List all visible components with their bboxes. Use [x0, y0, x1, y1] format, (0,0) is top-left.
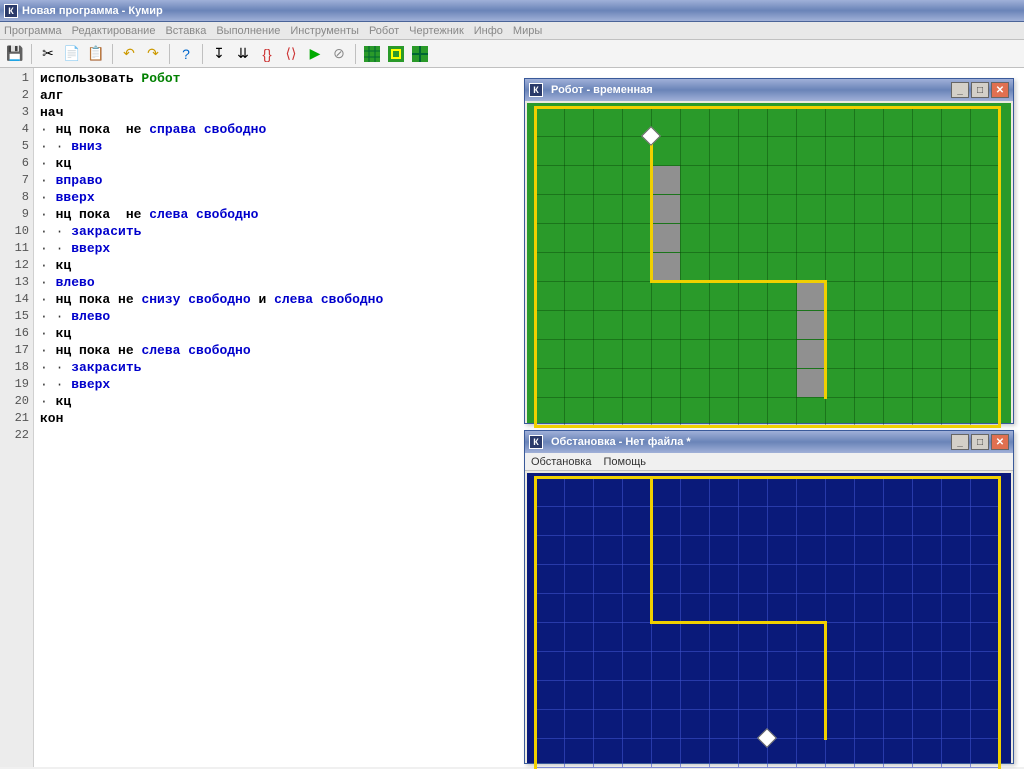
environment-menu: Обстановка Помощь: [525, 453, 1013, 471]
grid2-icon[interactable]: [385, 43, 407, 65]
cut-icon[interactable]: ✂: [37, 43, 59, 65]
environment-window[interactable]: К Обстановка - Нет файла * _ □ ✕ Обстано…: [524, 430, 1014, 764]
minimize-icon[interactable]: _: [951, 434, 969, 450]
painted-cell: [797, 311, 825, 339]
robot-window-titlebar[interactable]: К Робот - временная _ □ ✕: [525, 79, 1013, 101]
paste-icon[interactable]: 📋: [85, 43, 107, 65]
undo-icon[interactable]: ↶: [118, 43, 140, 65]
menu-робот[interactable]: Робот: [369, 25, 399, 37]
app-icon: К: [529, 435, 543, 449]
line-gutter: 12345678910111213141516171819202122: [0, 68, 34, 767]
code-line: · нц пока не слева свободно: [40, 206, 520, 223]
painted-cell: [797, 369, 825, 397]
code-line: · влево: [40, 274, 520, 291]
code-line: · вверх: [40, 189, 520, 206]
app-title: Новая программа - Кумир: [22, 5, 163, 17]
workspace: 12345678910111213141516171819202122 испо…: [0, 68, 1024, 767]
stop-icon[interactable]: ⊘: [328, 43, 350, 65]
grid1-icon[interactable]: [361, 43, 383, 65]
code-line: · кц: [40, 325, 520, 342]
help-icon[interactable]: ?: [175, 43, 197, 65]
code-line: · нц пока не снизу свободно и слева своб…: [40, 291, 520, 308]
robot-window[interactable]: К Робот - временная _ □ ✕: [524, 78, 1014, 424]
code-line: · кц: [40, 257, 520, 274]
wall: [650, 135, 653, 283]
robot-marker: [641, 126, 661, 146]
close-icon[interactable]: ✕: [991, 434, 1009, 450]
code-line: · кц: [40, 155, 520, 172]
wall: [824, 280, 827, 399]
wall: [650, 476, 653, 624]
environment-grid[interactable]: [527, 473, 1011, 763]
code-line: · · вверх: [40, 240, 520, 257]
code-line: · нц пока не слева свободно: [40, 342, 520, 359]
code-line: · · закрасить: [40, 223, 520, 240]
app-icon: К: [529, 83, 543, 97]
wall: [534, 425, 1001, 428]
code-line: · кц: [40, 393, 520, 410]
close-icon[interactable]: ✕: [991, 82, 1009, 98]
code-area[interactable]: использовать Роботалгнач· нц пока не спр…: [34, 68, 520, 767]
maximize-icon[interactable]: □: [971, 82, 989, 98]
menu-чертежник[interactable]: Чертежник: [409, 25, 464, 37]
minimize-icon[interactable]: _: [951, 82, 969, 98]
menu-вставка[interactable]: Вставка: [165, 25, 206, 37]
robot-window-title: Робот - временная: [551, 84, 947, 96]
painted-cell: [797, 282, 825, 310]
wall: [534, 476, 537, 769]
save-icon[interactable]: 💾: [4, 43, 26, 65]
wall: [998, 106, 1001, 428]
maximize-icon[interactable]: □: [971, 434, 989, 450]
menu-выполнение[interactable]: Выполнение: [216, 25, 280, 37]
painted-cell: [652, 195, 680, 223]
wall: [650, 621, 827, 624]
code-line: использовать Робот: [40, 70, 520, 87]
run-icon[interactable]: ▶: [304, 43, 326, 65]
wall: [998, 476, 1001, 769]
run-into-icon[interactable]: ⇊: [232, 43, 254, 65]
robot-marker: [757, 728, 777, 748]
brackets1-icon[interactable]: {}: [256, 43, 278, 65]
code-line: кон: [40, 410, 520, 427]
code-line: · вправо: [40, 172, 520, 189]
painted-cell: [652, 166, 680, 194]
menu-миры[interactable]: Миры: [513, 25, 542, 37]
wall: [534, 476, 1001, 479]
menu-редактирование[interactable]: Редактирование: [72, 25, 156, 37]
brackets2-icon[interactable]: ⟨⟩: [280, 43, 302, 65]
envmenu-помощь[interactable]: Помощь: [603, 456, 646, 468]
code-line: алг: [40, 87, 520, 104]
toolbar: 💾 ✂ 📄 📋 ↶ ↷ ? ↧ ⇊ {} ⟨⟩ ▶ ⊘: [0, 40, 1024, 68]
painted-cell: [797, 340, 825, 368]
run-step-icon[interactable]: ↧: [208, 43, 230, 65]
code-line: · · влево: [40, 308, 520, 325]
robot-grid[interactable]: [527, 103, 1011, 423]
wall: [534, 106, 1001, 109]
menu-программа[interactable]: Программа: [4, 25, 62, 37]
code-line: · · закрасить: [40, 359, 520, 376]
painted-cell: [652, 224, 680, 252]
code-line: нач: [40, 104, 520, 121]
copy-icon[interactable]: 📄: [61, 43, 83, 65]
menu-инфо[interactable]: Инфо: [474, 25, 503, 37]
wall: [534, 106, 537, 428]
code-line: · · вниз: [40, 138, 520, 155]
grid3-icon[interactable]: [409, 43, 431, 65]
code-line: [40, 427, 520, 444]
wall: [650, 280, 827, 283]
environment-window-titlebar[interactable]: К Обстановка - Нет файла * _ □ ✕: [525, 431, 1013, 453]
menu-инструменты[interactable]: Инструменты: [290, 25, 359, 37]
app-icon: К: [4, 4, 18, 18]
code-line: · нц пока не справа свободно: [40, 121, 520, 138]
wall: [824, 621, 827, 740]
environment-window-title: Обстановка - Нет файла *: [551, 436, 947, 448]
painted-cell: [652, 253, 680, 281]
code-line: · · вверх: [40, 376, 520, 393]
menubar: Программа Редактирование Вставка Выполнение…: [0, 22, 1024, 40]
code-editor[interactable]: 12345678910111213141516171819202122 испо…: [0, 68, 520, 767]
envmenu-обстановка[interactable]: Обстановка: [531, 456, 591, 468]
main-titlebar: К Новая программа - Кумир: [0, 0, 1024, 22]
redo-icon[interactable]: ↷: [142, 43, 164, 65]
